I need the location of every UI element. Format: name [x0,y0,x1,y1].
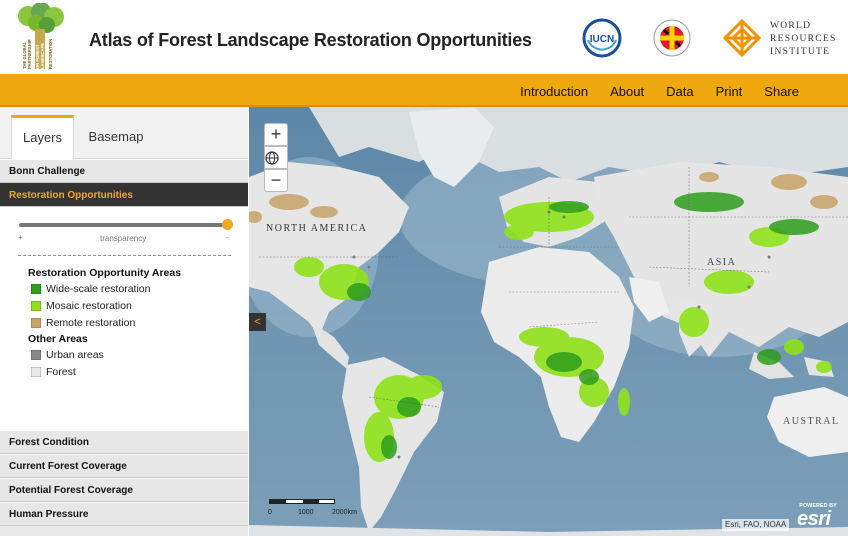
umd-seal-logo[interactable] [653,19,691,57]
legend-label-remote: Remote restoration [46,317,136,329]
transparency-slider-track[interactable] [19,223,230,227]
map-attribution[interactable]: Esri, FAO, NOAA [722,519,790,531]
section-bonn-challenge[interactable]: Bonn Challenge [0,159,248,183]
section-forest-condition[interactable]: Forest Condition [0,430,248,454]
nav-introduction[interactable]: Introduction [509,74,599,107]
legend-label-forest: Forest [46,366,76,378]
gplr-logo[interactable]: THE GLOBAL PARTNERSHIP ON FOREST LANDSCA… [14,3,68,71]
iucn-logo[interactable]: IUCN [582,18,622,58]
slider-minus-label: - [226,233,229,242]
scale-label-zero: 0 [268,509,272,516]
collapse-panel-button[interactable]: < [249,313,266,331]
page-title: Atlas of Forest Landscape Restoration Op… [89,30,532,50]
wri-line-3: INSTITUTE [770,47,831,57]
map-label-asia: ASIA [707,257,737,268]
zoom-in-button[interactable]: + [264,123,288,146]
zoom-out-button[interactable]: − [264,169,288,192]
section-human-pressure[interactable]: Human Pressure [0,502,248,526]
legend-swatch-forest [31,367,41,377]
svg-text:PARTNERSHIP: PARTNERSHIP [27,39,32,69]
esri-wordmark: esri [797,508,831,530]
layers-panel: Layers Basemap Bonn Challenge Restoratio… [0,107,248,536]
legend-heading-restoration: Restoration Opportunity Areas [28,267,182,279]
section-current-forest-coverage[interactable]: Current Forest Coverage [0,454,248,478]
slider-transparency-label: transparency [100,234,147,243]
transparency-slider-handle[interactable] [222,219,234,230]
legend-item-urban: Urban areas [31,349,104,361]
tab-layers[interactable]: Layers [11,115,74,160]
scale-label-max: 2000km [332,509,357,516]
svg-text:LANDSCAPE: LANDSCAPE [40,43,45,69]
scale-bar [269,499,335,504]
world-map-canvas[interactable] [249,107,848,536]
map-label-australia: AUSTRAL [783,416,840,427]
nav-menu: Introduction About Data Print Share [509,74,810,107]
legend-swatch-mosaic [31,301,41,311]
map-label-north-america: NORTH AMERICA [266,223,368,234]
wri-logo-text: WORLD RESOURCES INSTITUTE [770,20,837,59]
nav-about[interactable]: About [599,74,655,107]
legend-item-mosaic: Mosaic restoration [31,300,132,312]
panel-tab-bar: Layers Basemap [0,107,248,160]
legend-item-forest: Forest [31,366,76,378]
panel-bottom-spacer [0,526,248,536]
legend-swatch-remote [31,318,41,328]
legend-swatch-wide [31,284,41,294]
scale-label-mid: 1000 [298,509,314,516]
svg-text:RESTORATION: RESTORATION [48,39,53,69]
nav-data[interactable]: Data [655,74,704,107]
nav-print[interactable]: Print [705,74,754,107]
map-view[interactable]: + − < ASIA NORTH AMERICA AUSTRAL 0 1000 … [249,107,848,536]
legend-swatch-urban [31,350,41,360]
globe-icon [265,151,279,165]
nav-bar: Introduction About Data Print Share [0,74,848,107]
tab-basemap[interactable]: Basemap [84,115,148,159]
legend-heading-other: Other Areas [28,333,88,345]
wri-logo[interactable] [722,18,762,58]
iucn-logo-text: IUCN [590,34,614,45]
nav-share[interactable]: Share [753,74,810,107]
wri-line-1: WORLD [770,21,812,31]
esri-logo[interactable]: POWERED BY esri [794,503,842,531]
legend-label-urban: Urban areas [46,349,104,361]
legend-label-wide: Wide-scale restoration [46,283,151,295]
legend-divider [18,255,231,256]
wri-line-2: RESOURCES [770,34,837,44]
app-header: THE GLOBAL PARTNERSHIP ON FOREST LANDSCA… [0,0,848,74]
section-potential-forest-coverage[interactable]: Potential Forest Coverage [0,478,248,502]
legend-item-remote: Remote restoration [31,317,135,329]
chevron-left-icon: < [254,316,261,328]
slider-plus-label: + [18,233,23,242]
section-restoration-opportunities[interactable]: Restoration Opportunities [0,183,248,207]
legend-item-wide-scale: Wide-scale restoration [31,283,150,295]
home-extent-button[interactable] [264,146,288,169]
legend-label-mosaic: Mosaic restoration [46,300,132,312]
